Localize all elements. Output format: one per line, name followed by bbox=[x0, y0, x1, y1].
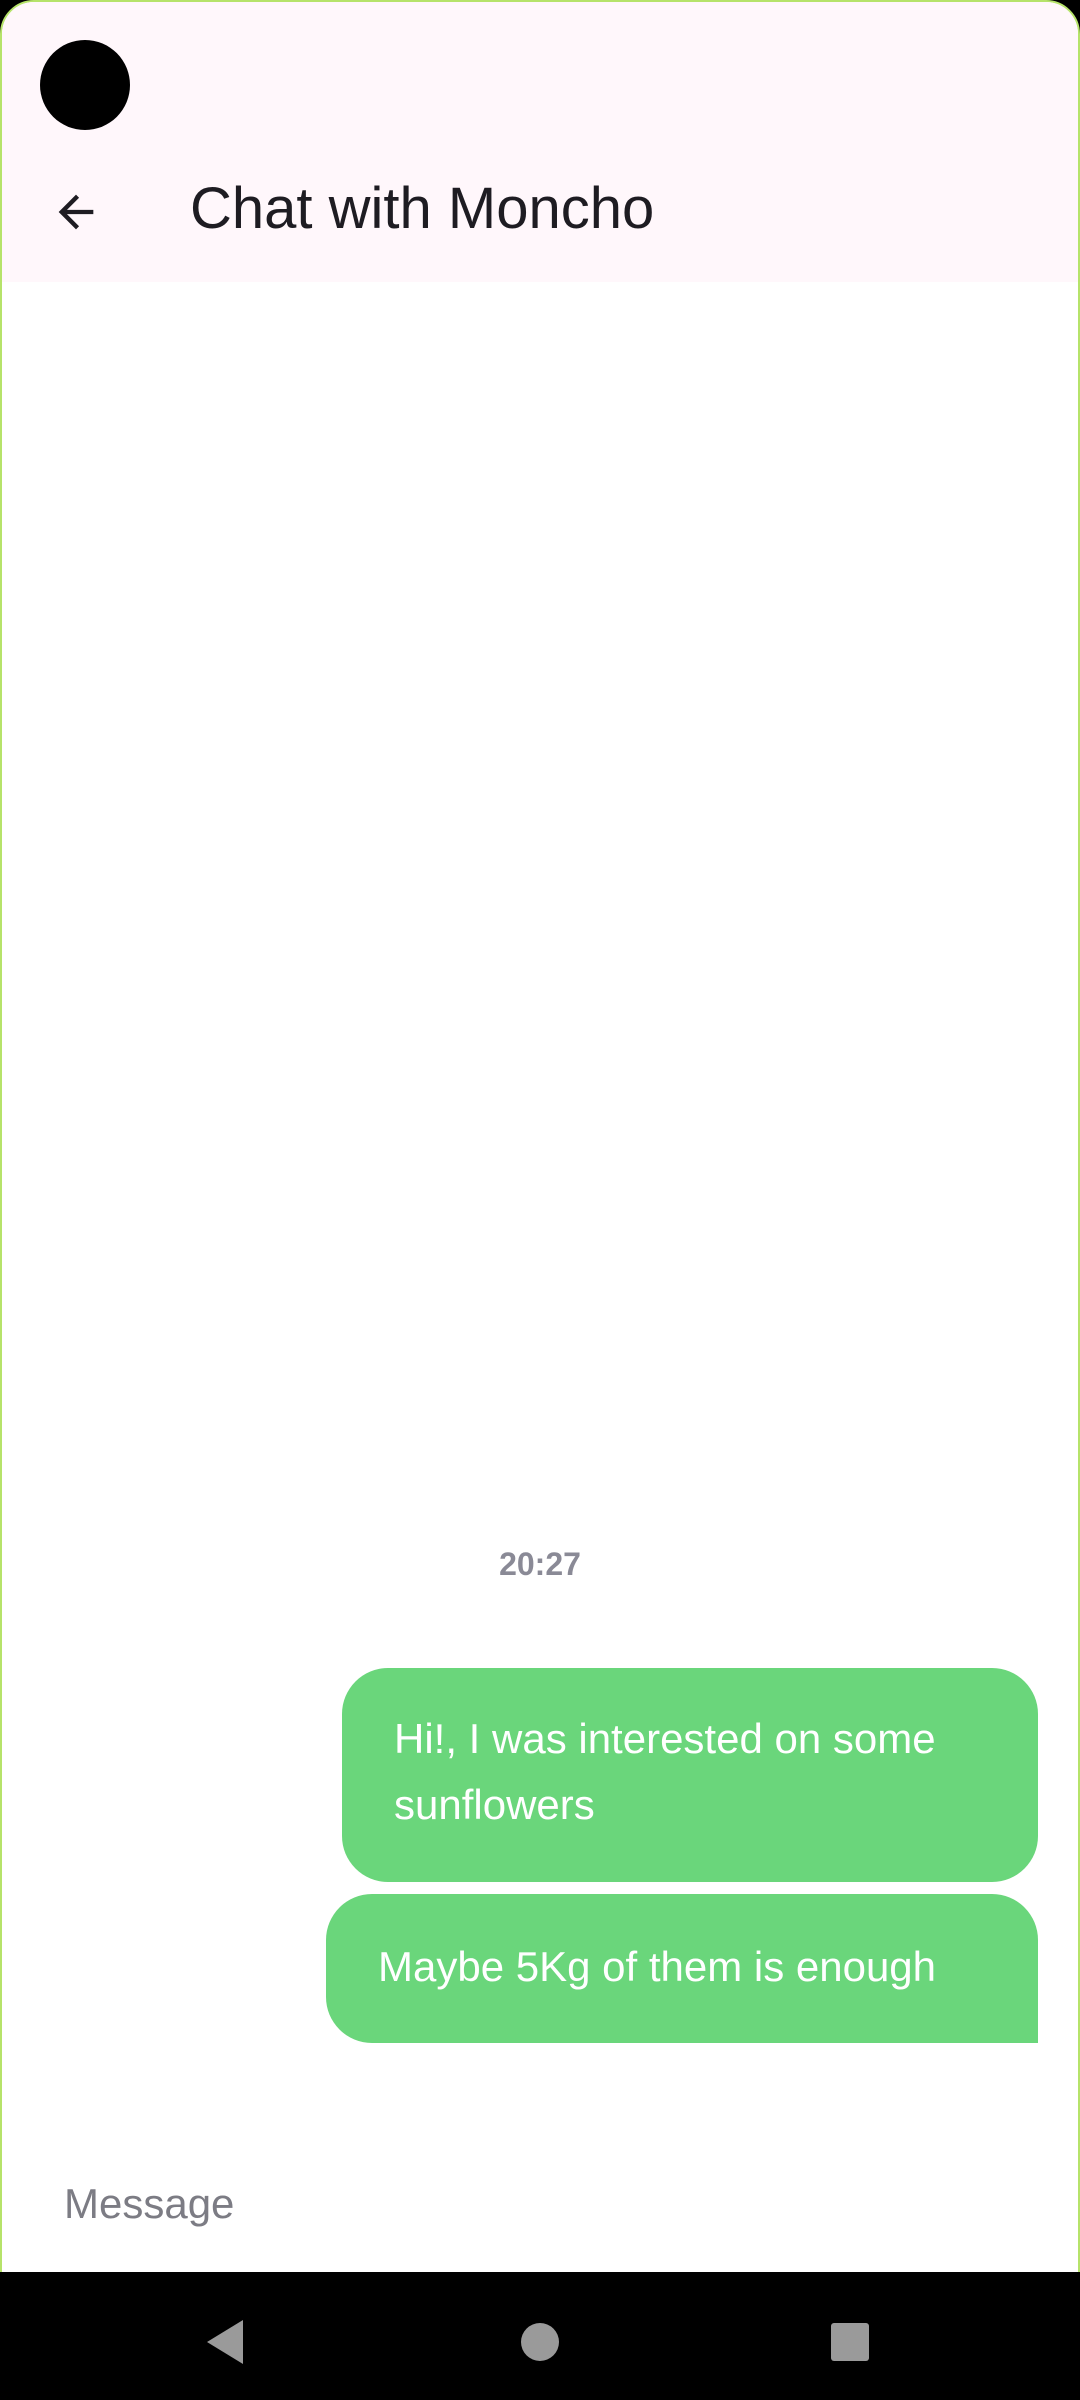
message-timestamp: 20:27 bbox=[499, 1546, 581, 1582]
nav-recents-button[interactable] bbox=[810, 2302, 890, 2382]
device-frame: Chat with Moncho 20:27 Hi!, I was intere… bbox=[0, 0, 1080, 2400]
system-navigation-bar bbox=[0, 2272, 1080, 2400]
nav-back-button[interactable] bbox=[185, 2302, 265, 2382]
square-recents-icon bbox=[831, 2323, 869, 2361]
arrow-left-icon bbox=[58, 194, 94, 230]
nav-home-button[interactable] bbox=[500, 2302, 580, 2382]
status-bar bbox=[2, 2, 1078, 137]
triangle-back-icon bbox=[207, 2320, 243, 2364]
camera-cutout bbox=[40, 40, 130, 130]
message-input[interactable] bbox=[64, 2164, 1004, 2244]
message-bubble[interactable]: Hi!, I was interested on some sunflowers bbox=[342, 1668, 1038, 1882]
back-button[interactable] bbox=[36, 172, 116, 252]
page-title: Chat with Moncho bbox=[190, 176, 655, 241]
message-bubble[interactable]: Maybe 5Kg of them is enough bbox=[326, 1894, 1038, 2043]
message-composer bbox=[2, 2152, 1078, 2272]
app-screen: Chat with Moncho 20:27 Hi!, I was intere… bbox=[0, 0, 1080, 2274]
circle-home-icon bbox=[521, 2323, 559, 2361]
top-app-bar: Chat with Moncho bbox=[2, 137, 1078, 282]
